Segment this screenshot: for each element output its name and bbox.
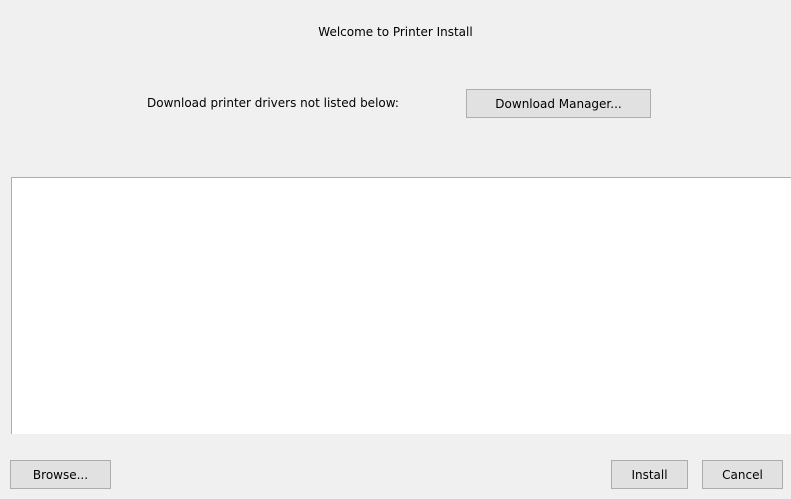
install-button[interactable]: Install — [611, 460, 688, 489]
download-drivers-label: Download printer drivers not listed belo… — [147, 96, 399, 110]
cancel-button[interactable]: Cancel — [702, 460, 783, 489]
download-manager-button[interactable]: Download Manager... — [466, 89, 651, 118]
dialog-title: Welcome to Printer Install — [318, 25, 473, 39]
browse-button[interactable]: Browse... — [10, 460, 111, 489]
printer-driver-list[interactable] — [11, 177, 791, 434]
